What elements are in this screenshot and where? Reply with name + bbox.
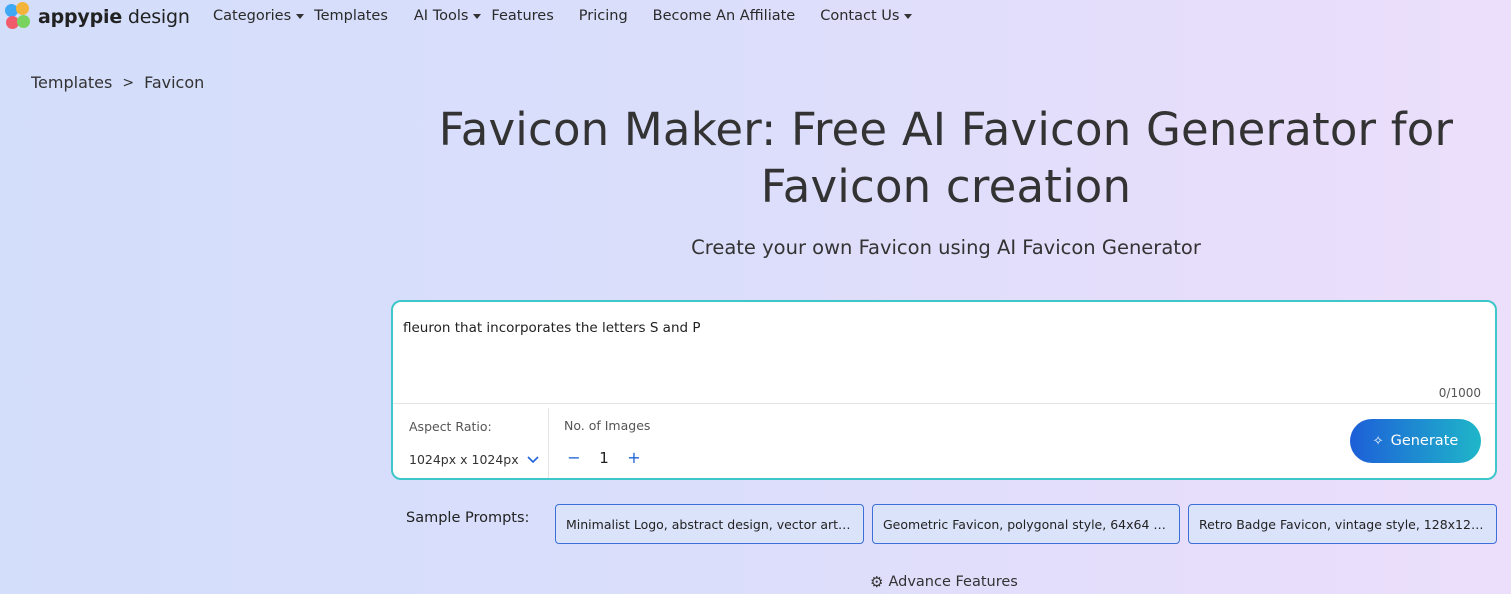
sample-prompt-text: Minimalist Logo, abstract design, vector… (566, 516, 853, 532)
nav-templates[interactable]: Templates (314, 8, 388, 24)
gear-icon: ⚙ (870, 573, 884, 591)
chevron-down-icon (473, 13, 482, 19)
page-subtitle: Create your own Favicon using AI Favicon… (691, 236, 1201, 259)
appypie-logo[interactable]: appypie design (5, 2, 190, 31)
increment-button[interactable]: + (624, 448, 644, 467)
nav-label: Categories (213, 8, 292, 24)
nav-contact-us[interactable]: Contact Us (820, 8, 913, 24)
generate-label: Generate (1390, 433, 1459, 449)
page-title-line1: Favicon Maker: Free AI Favicon Generator… (438, 103, 1454, 156)
breadcrumb: Templates > Favicon (31, 73, 204, 92)
vertical-divider (548, 408, 549, 478)
advance-features-label: Advance Features (888, 574, 1018, 590)
breadcrumb-separator: > (122, 74, 135, 91)
prompt-textarea[interactable]: fleuron that incorporates the letters S … (403, 320, 701, 336)
nav-label: Become An Affiliate (652, 8, 796, 24)
nav-label: Features (491, 8, 554, 24)
appypie-logo-icon (5, 2, 33, 31)
aspect-ratio-value: 1024px x 1024px (409, 452, 519, 467)
chevron-down-icon (527, 455, 539, 463)
breadcrumb-templates-link[interactable]: Templates (31, 73, 112, 92)
images-count: 1 (599, 448, 609, 467)
sparkle-icon: ✧ (1372, 433, 1384, 449)
nav-label: AI Tools (413, 8, 469, 24)
number-of-images-label: No. of Images (564, 418, 651, 433)
sample-prompt-chip[interactable]: Geometric Favicon, polygonal style, 64x6… (872, 504, 1180, 544)
aspect-ratio-select[interactable]: 1024px x 1024px (409, 452, 539, 467)
generate-button[interactable]: ✧ Generate (1350, 419, 1481, 463)
logo-wordmark: appypie design (38, 5, 190, 28)
nav-ai-tools[interactable]: AI Tools (414, 8, 482, 24)
nav-categories[interactable]: Categories (213, 8, 305, 24)
sample-prompts-label: Sample Prompts: (406, 510, 530, 526)
sample-prompt-chip[interactable]: Minimalist Logo, abstract design, vector… (555, 504, 864, 544)
sample-prompt-chip[interactable]: Retro Badge Favicon, vintage style, 128x… (1188, 504, 1497, 544)
chevron-down-icon (904, 13, 913, 19)
main-nav: Categories Templates AI Tools Features P… (213, 8, 913, 24)
breadcrumb-current: Favicon (144, 73, 205, 92)
sample-prompt-text: Geometric Favicon, polygonal style, 64x6… (883, 516, 1169, 532)
aspect-ratio-label: Aspect Ratio: (409, 419, 492, 434)
nav-label: Pricing (578, 8, 628, 24)
nav-label: Templates (314, 8, 388, 24)
decrement-button[interactable]: − (564, 448, 584, 467)
nav-features[interactable]: Features (491, 8, 553, 24)
divider (393, 403, 1495, 404)
chevron-down-icon (296, 13, 305, 19)
images-stepper: − 1 + (564, 448, 644, 467)
character-counter: 0/1000 (1438, 386, 1481, 400)
nav-pricing[interactable]: Pricing (579, 8, 628, 24)
prompt-panel: fleuron that incorporates the letters S … (391, 300, 1497, 480)
nav-label: Contact Us (820, 8, 900, 24)
page-title-line2: Favicon creation (760, 160, 1132, 213)
sample-prompt-text: Retro Badge Favicon, vintage style, 128x… (1199, 516, 1486, 532)
advance-features-toggle[interactable]: ⚙ Advance Features (870, 573, 1018, 591)
page-title: Favicon Maker: Free AI Favicon Generator… (391, 101, 1501, 215)
nav-become-affiliate[interactable]: Become An Affiliate (653, 8, 796, 24)
